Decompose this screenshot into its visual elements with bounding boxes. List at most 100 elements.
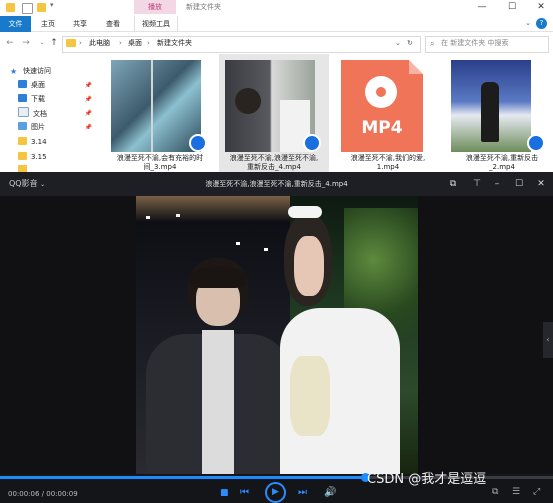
breadcrumb-separator: › bbox=[79, 39, 82, 47]
sidebar-item-label: 下载 bbox=[31, 95, 45, 103]
file-name-line: 1.mp4 bbox=[376, 163, 400, 171]
pin-top-icon[interactable]: ⊤ bbox=[470, 177, 484, 191]
thumbnail-detail bbox=[235, 88, 261, 114]
stop-icon[interactable]: ■ bbox=[220, 488, 229, 498]
sidebar-item-pictures[interactable]: 图片 📌 bbox=[18, 121, 98, 134]
qq-player-icon bbox=[189, 134, 207, 152]
ribbon-tabs: 文件 主页 共享 查看 视频工具 ? ⌄ bbox=[0, 16, 553, 32]
address-bar[interactable]: › 此电脑 › 桌面 › 新建文件夹 ⌄ ↻ bbox=[62, 36, 421, 53]
tab-file[interactable]: 文件 bbox=[0, 16, 31, 32]
minimize-button[interactable]: – bbox=[490, 177, 504, 191]
quick-access-dropdown-icon[interactable]: ▾ bbox=[50, 1, 54, 9]
qq-player-window: 浪漫至死不渝,浪漫至死不渝,重新反击_4.mp4 QQ影音 ⌄ ⧉ ⊤ – ☐ … bbox=[0, 172, 553, 503]
picture-in-picture-icon[interactable]: ⧉ bbox=[446, 177, 460, 191]
refresh-icon[interactable]: ↻ bbox=[407, 37, 413, 50]
navigation-bar: ← → ⌄ ↑ › 此电脑 › 桌面 › 新建文件夹 ⌄ ↻ ⌕ 在 新建文件夹… bbox=[0, 33, 553, 54]
fullscreen-icon[interactable]: ⤢ bbox=[533, 487, 540, 497]
breadcrumb-this-pc[interactable]: 此电脑 bbox=[89, 37, 110, 50]
document-icon bbox=[18, 107, 29, 117]
file-item[interactable]: 浪漫至死不渝,会有充裕的时 间_3.mp4 bbox=[105, 54, 215, 178]
breadcrumb-desktop[interactable]: 桌面 bbox=[128, 37, 142, 50]
next-icon[interactable]: ⏭ bbox=[298, 487, 307, 498]
minimize-button[interactable]: — bbox=[470, 0, 494, 14]
breadcrumb-new-folder[interactable]: 新建文件夹 bbox=[157, 37, 192, 50]
file-name-line: 浪漫至死不渝,重新反击 bbox=[465, 154, 539, 162]
folder-icon bbox=[66, 39, 76, 47]
window-title: 新建文件夹 bbox=[186, 3, 221, 11]
file-name: 浪漫至死不渝,重新反击 _2.mp4 bbox=[447, 154, 553, 172]
sidebar-item-label: 文档 bbox=[33, 110, 47, 118]
file-name: 浪漫至死不渝,我们的爱, 1.mp4 bbox=[333, 154, 443, 172]
breadcrumb-separator: › bbox=[147, 39, 150, 47]
navigation-pane: ★ 快速访问 桌面 📌 下载 📌 文档 📌 图片 📌 3.14 3.15 bbox=[0, 54, 105, 178]
file-name-line: 浪漫至死不渝,我们的爱, bbox=[350, 154, 426, 162]
sidebar-item-quick-access[interactable]: ★ 快速访问 bbox=[10, 65, 100, 78]
sidebar-item-documents[interactable]: 文档 📌 bbox=[18, 107, 98, 120]
address-dropdown-icon[interactable]: ⌄ bbox=[395, 37, 401, 50]
mp4-file-icon: MP4 bbox=[341, 60, 423, 152]
close-button[interactable]: ✕ bbox=[534, 177, 548, 191]
recent-dropdown-icon[interactable]: ⌄ bbox=[36, 37, 48, 49]
light-spot bbox=[264, 248, 268, 251]
previous-icon[interactable]: ⏮ bbox=[240, 487, 249, 498]
settings-icon[interactable]: ☰ bbox=[512, 487, 520, 497]
volume-icon[interactable]: 🔊 bbox=[324, 487, 336, 498]
back-arrow-icon[interactable]: ← bbox=[4, 37, 16, 49]
sidebar-item-label: 3.15 bbox=[31, 153, 47, 161]
star-icon: ★ bbox=[10, 67, 18, 76]
play-context-tab[interactable]: 播放 bbox=[134, 0, 176, 14]
progress-fill bbox=[0, 476, 365, 479]
close-button[interactable]: ✕ bbox=[529, 0, 553, 14]
properties-icon[interactable] bbox=[22, 3, 33, 14]
file-name: 浪漫至死不渝,会有充裕的时 间_3.mp4 bbox=[105, 154, 215, 172]
warm-glow bbox=[136, 196, 290, 222]
explorer-title-bar: ▾ 播放 新建文件夹 — ☐ ✕ bbox=[0, 0, 553, 16]
tab-share[interactable]: 共享 bbox=[68, 16, 92, 32]
playlist-toggle-button[interactable]: ‹ bbox=[543, 322, 553, 358]
sidebar-item-desktop[interactable]: 桌面 📌 bbox=[18, 79, 98, 92]
headband-shape bbox=[288, 206, 322, 218]
tab-video-tools[interactable]: 视频工具 bbox=[134, 16, 178, 32]
light-spot bbox=[236, 242, 240, 245]
thumbnail-detail bbox=[151, 60, 153, 152]
folder-icon bbox=[18, 152, 27, 160]
forward-arrow-icon[interactable]: → bbox=[20, 37, 32, 49]
sidebar-item-folder-3-14[interactable]: 3.14 bbox=[18, 136, 98, 149]
ribbon-expand-icon[interactable]: ⌄ bbox=[525, 19, 531, 27]
sidebar-item-label: 图片 bbox=[31, 123, 45, 131]
face-shape bbox=[294, 236, 324, 296]
tab-view[interactable]: 查看 bbox=[101, 16, 125, 32]
sidebar-item-label: 快速访问 bbox=[23, 67, 51, 75]
up-arrow-icon[interactable]: ↑ bbox=[48, 37, 60, 49]
file-name-line: 浪漫至死不渝,浪漫至死不渝, bbox=[229, 154, 319, 162]
new-folder-icon[interactable] bbox=[37, 3, 46, 12]
search-input[interactable]: 在 新建文件夹 中搜索 bbox=[441, 37, 508, 50]
player-app-menu[interactable]: QQ影音 ⌄ bbox=[9, 172, 45, 197]
folder-icon bbox=[18, 137, 27, 145]
app-name: QQ影音 bbox=[9, 179, 38, 188]
player-title-bar: 浪漫至死不渝,浪漫至死不渝,重新反击_4.mp4 QQ影音 ⌄ ⧉ ⊤ – ☐ … bbox=[0, 172, 553, 196]
file-item-selected[interactable]: 浪漫至死不渝,浪漫至死不渝, 重新反击_4.mp4 bbox=[219, 54, 329, 178]
file-item[interactable]: 浪漫至死不渝,重新反击 _2.mp4 bbox=[447, 54, 553, 178]
video-right-panel bbox=[280, 196, 418, 474]
watermark-text: CSDN @我才是逗逗 bbox=[367, 472, 487, 487]
search-icon: ⌕ bbox=[430, 39, 435, 48]
sidebar-item-folder-3-15[interactable]: 3.15 bbox=[18, 151, 98, 164]
desktop-icon bbox=[18, 80, 27, 88]
play-button[interactable]: ▶ bbox=[265, 482, 286, 503]
video-thumbnail bbox=[451, 60, 531, 152]
video-thumbnail bbox=[225, 60, 315, 152]
screenshot-icon[interactable]: ⧉ bbox=[492, 487, 498, 497]
search-box[interactable]: ⌕ 在 新建文件夹 中搜索 bbox=[425, 36, 549, 53]
help-icon[interactable]: ? bbox=[536, 18, 547, 29]
thumbnail-detail bbox=[409, 60, 423, 74]
file-list: 浪漫至死不渝,会有充裕的时 间_3.mp4 浪漫至死不渝,浪漫至死不渝, 重新反击_… bbox=[105, 54, 553, 178]
tab-home[interactable]: 主页 bbox=[36, 16, 60, 32]
thumbnail-detail bbox=[481, 82, 499, 142]
file-item[interactable]: MP4 浪漫至死不渝,我们的爱, 1.mp4 bbox=[333, 54, 443, 178]
maximize-button[interactable]: ☐ bbox=[500, 0, 524, 14]
video-frame[interactable] bbox=[136, 196, 418, 474]
fringe-shape bbox=[190, 266, 246, 288]
sidebar-item-downloads[interactable]: 下载 📌 bbox=[18, 93, 98, 106]
maximize-button[interactable]: ☐ bbox=[512, 177, 526, 191]
